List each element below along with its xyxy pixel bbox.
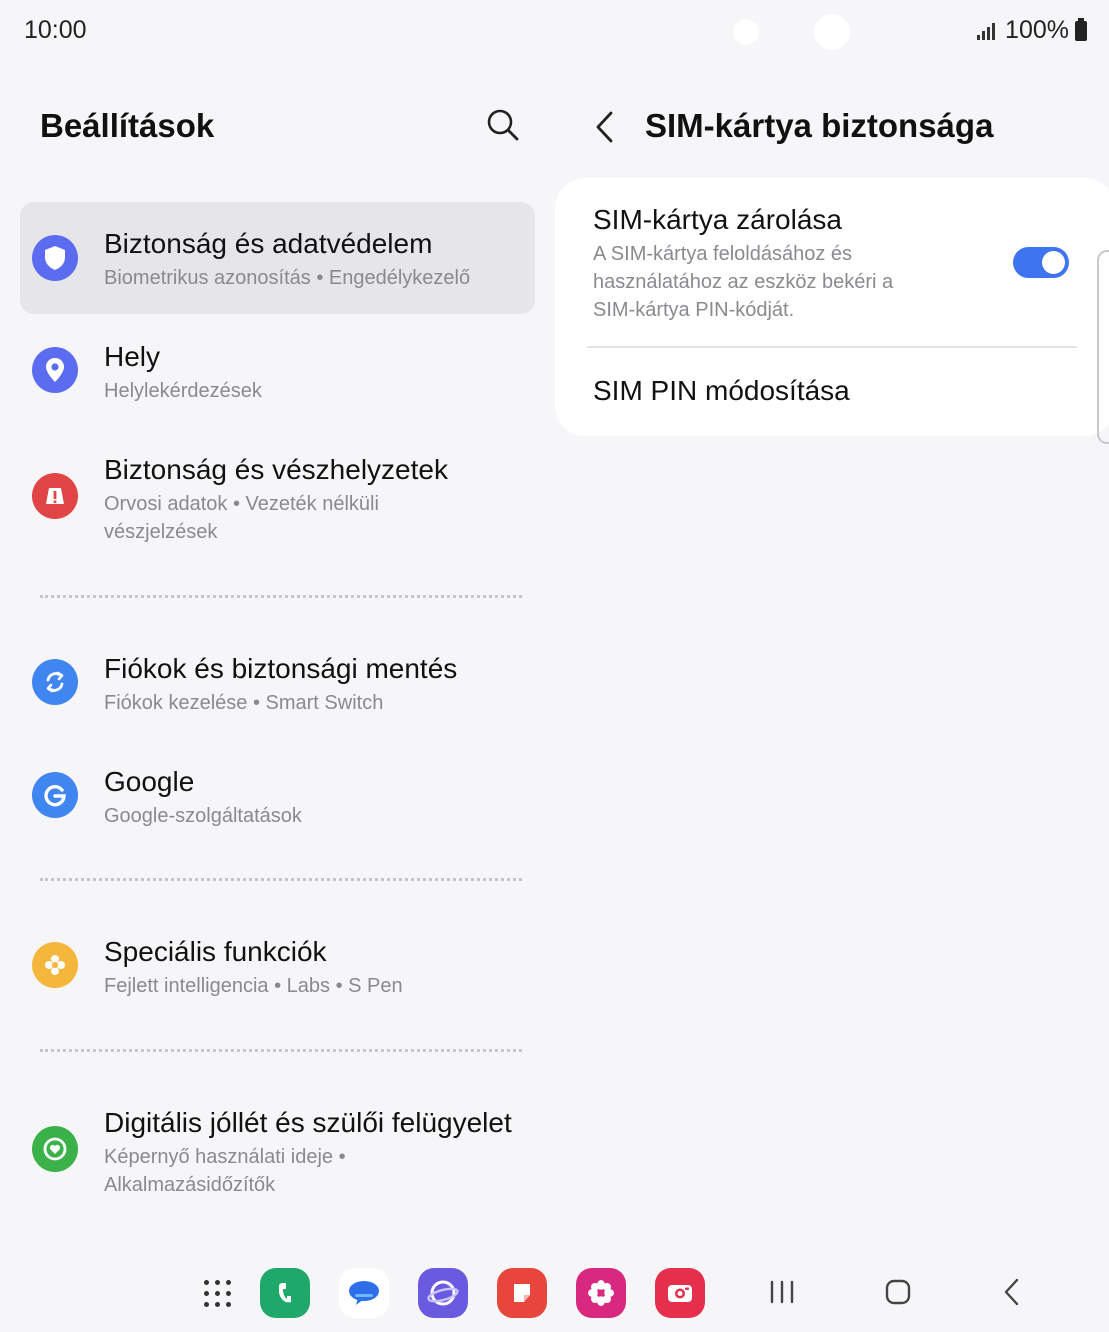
- navigation-bar: [0, 1255, 1109, 1332]
- sync-icon: [32, 659, 78, 705]
- phone-app-icon[interactable]: [260, 1268, 310, 1318]
- section-divider: [40, 878, 522, 881]
- panel-resize-handle[interactable]: [1097, 250, 1109, 444]
- item-title: Digitális jóllét és szülői felügyelet: [104, 1107, 512, 1138]
- home-button[interactable]: [884, 1277, 912, 1312]
- device-screen: 10:00 100% Beállítások Biztonság és adat…: [0, 0, 1109, 1332]
- back-icon: [1004, 1278, 1019, 1306]
- page-title: Beállítások: [40, 107, 215, 144]
- internet-app-icon[interactable]: [418, 1268, 468, 1318]
- chevron-left-icon: [596, 111, 613, 143]
- settings-item-advanced-features[interactable]: Speciális funkciók Fejlett intelligencia…: [20, 910, 535, 1022]
- google-icon: [32, 772, 78, 818]
- item-subtitle: Képernyő használati ideje • Alkalmazásid…: [104, 1146, 346, 1196]
- detail-title: SIM-kártya biztonsága: [645, 107, 994, 144]
- card-divider: [587, 346, 1077, 348]
- status-indicators: 100%: [977, 16, 1087, 45]
- settings-item-security-privacy[interactable]: Biztonság és adatvédelem Biometrikus azo…: [20, 202, 535, 314]
- camera-cutout-icon: [814, 14, 850, 50]
- search-button[interactable]: [484, 106, 522, 144]
- item-title: Speciális funkciók: [104, 936, 327, 967]
- item-title: Hely: [104, 341, 161, 372]
- item-subtitle: Fejlett intelligencia • Labs • S Pen: [104, 975, 403, 997]
- item-title: Google: [104, 766, 195, 797]
- battery-percent: 100%: [1005, 16, 1069, 44]
- sim-lock-toggle[interactable]: [1013, 247, 1069, 278]
- item-title: Fiókok és biztonsági mentés: [104, 653, 458, 684]
- recents-button[interactable]: [768, 1277, 796, 1312]
- camera-app-icon[interactable]: [655, 1268, 705, 1318]
- home-icon: [885, 1279, 911, 1305]
- settings-item-location[interactable]: Hely Helylekérdezések: [20, 315, 535, 427]
- advanced-features-icon: [32, 942, 78, 988]
- signal-icon: [977, 22, 996, 40]
- item-subtitle: Fiókok kezelése • Smart Switch: [104, 692, 384, 714]
- settings-item-google[interactable]: Google Google-szolgáltatások: [20, 740, 535, 852]
- battery-icon: [1075, 17, 1087, 41]
- sim-security-card: SIM-kártya zárolása A SIM-kártya feloldá…: [555, 178, 1109, 436]
- camera-cutout-icon: [733, 19, 759, 45]
- emergency-icon: [32, 473, 78, 519]
- location-pin-icon: [32, 347, 78, 393]
- sim-lock-title: SIM-kártya zárolása: [593, 204, 842, 235]
- sim-lock-description: A SIM-kártya feloldásához és használatáh…: [593, 243, 894, 321]
- back-button[interactable]: [588, 108, 624, 146]
- section-divider: [40, 595, 522, 598]
- item-subtitle: Orvosi adatok • Vezeték nélküli vészjelz…: [104, 493, 379, 543]
- nav-back-button[interactable]: [998, 1277, 1026, 1312]
- item-subtitle: Helylekérdezések: [104, 380, 262, 402]
- settings-item-digital-wellbeing[interactable]: Digitális jóllét és szülői felügyelet Ké…: [20, 1081, 535, 1221]
- item-subtitle: Google-szolgáltatások: [104, 805, 302, 827]
- section-divider: [40, 1049, 522, 1052]
- item-title: Biztonság és adatvédelem: [104, 228, 433, 259]
- apps-grid-icon[interactable]: [204, 1280, 231, 1307]
- search-icon: [487, 109, 519, 141]
- notes-app-icon[interactable]: [497, 1268, 547, 1318]
- status-time: 10:00: [24, 16, 87, 44]
- shield-icon: [32, 235, 78, 281]
- messages-app-icon[interactable]: [339, 1268, 389, 1318]
- item-subtitle: Biometrikus azonosítás • Engedélykezelő: [104, 267, 471, 289]
- settings-item-accounts-backup[interactable]: Fiókok és biztonsági mentés Fiókok kezel…: [20, 627, 535, 739]
- change-sim-pin-row[interactable]: SIM PIN módosítása: [593, 375, 850, 407]
- gallery-app-icon[interactable]: [576, 1268, 626, 1318]
- wellbeing-icon: [32, 1126, 78, 1172]
- settings-item-safety-emergency[interactable]: Biztonság és vészhelyzetek Orvosi adatok…: [20, 428, 535, 568]
- recents-icon: [770, 1280, 794, 1304]
- item-title: Biztonság és vészhelyzetek: [104, 454, 448, 485]
